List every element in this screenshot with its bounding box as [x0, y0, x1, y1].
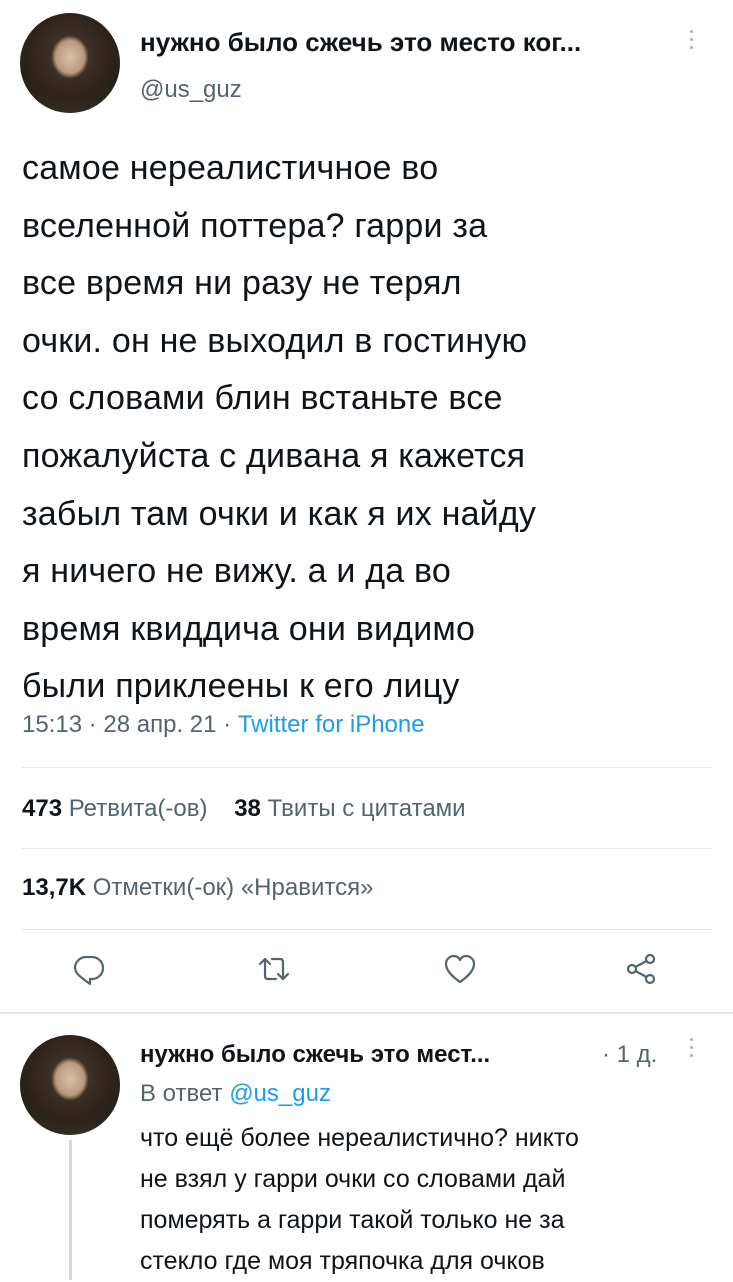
reply-to-handle-link[interactable]: @us_guz	[229, 1080, 331, 1107]
tweet-date: 28 апр. 21	[103, 711, 217, 738]
retweets-label: Ретвита(-ов)	[68, 795, 208, 822]
author-handle[interactable]: @us_guz	[140, 76, 242, 104]
reply-author-avatar[interactable]	[20, 1035, 120, 1135]
meta-separator: ·	[88, 711, 97, 738]
like-icon[interactable]	[443, 952, 477, 986]
thread-line	[69, 1140, 72, 1280]
retweets-stat[interactable]: 473 Ретвита(-ов)	[22, 795, 208, 822]
reply-icon[interactable]	[72, 952, 106, 986]
reply-more-options-icon[interactable]	[690, 1038, 694, 1060]
author-name[interactable]: нужно было сжечь это место ког...	[140, 27, 581, 58]
meta-separator: ·	[223, 711, 232, 738]
divider	[22, 848, 712, 849]
likes-stat[interactable]: 13,7K Отметки(-ок) «Нравится»	[22, 874, 373, 902]
tweet-time: 15:13	[22, 711, 83, 738]
author-avatar[interactable]	[20, 13, 120, 113]
quotes-label: Твиты с цитатами	[267, 795, 466, 822]
reply-prefix: В ответ	[140, 1080, 223, 1107]
quotes-stat[interactable]: 38 Твиты с цитатами	[234, 795, 465, 822]
section-divider	[0, 1012, 733, 1014]
likes-label: Отметки(-ок) «Нравится»	[92, 874, 374, 901]
reply-time: · 1 д.	[602, 1041, 658, 1068]
stats-row-retweets: 473 Ретвита(-ов) 38 Твиты с цитатами	[22, 795, 466, 823]
reply-text: что ещё более нереалистично? никто не вз…	[140, 1124, 579, 1275]
tweet-source-link[interactable]: Twitter for iPhone	[238, 711, 425, 738]
reply-author-name[interactable]: нужно было сжечь это мест...	[140, 1041, 490, 1069]
reply-context: В ответ @us_guz	[140, 1080, 331, 1108]
divider	[22, 767, 712, 768]
quotes-count: 38	[234, 795, 261, 822]
more-options-icon[interactable]	[690, 30, 694, 52]
tweet-text: самое нереалистичное во вселенной поттер…	[22, 149, 537, 706]
retweets-count: 473	[22, 795, 63, 822]
share-icon[interactable]	[624, 952, 658, 986]
retweet-icon[interactable]	[257, 952, 291, 986]
likes-count: 13,7K	[22, 874, 87, 901]
tweet-meta: 15:13 · 28 апр. 21 · Twitter for iPhone	[22, 711, 425, 739]
divider	[22, 929, 712, 930]
